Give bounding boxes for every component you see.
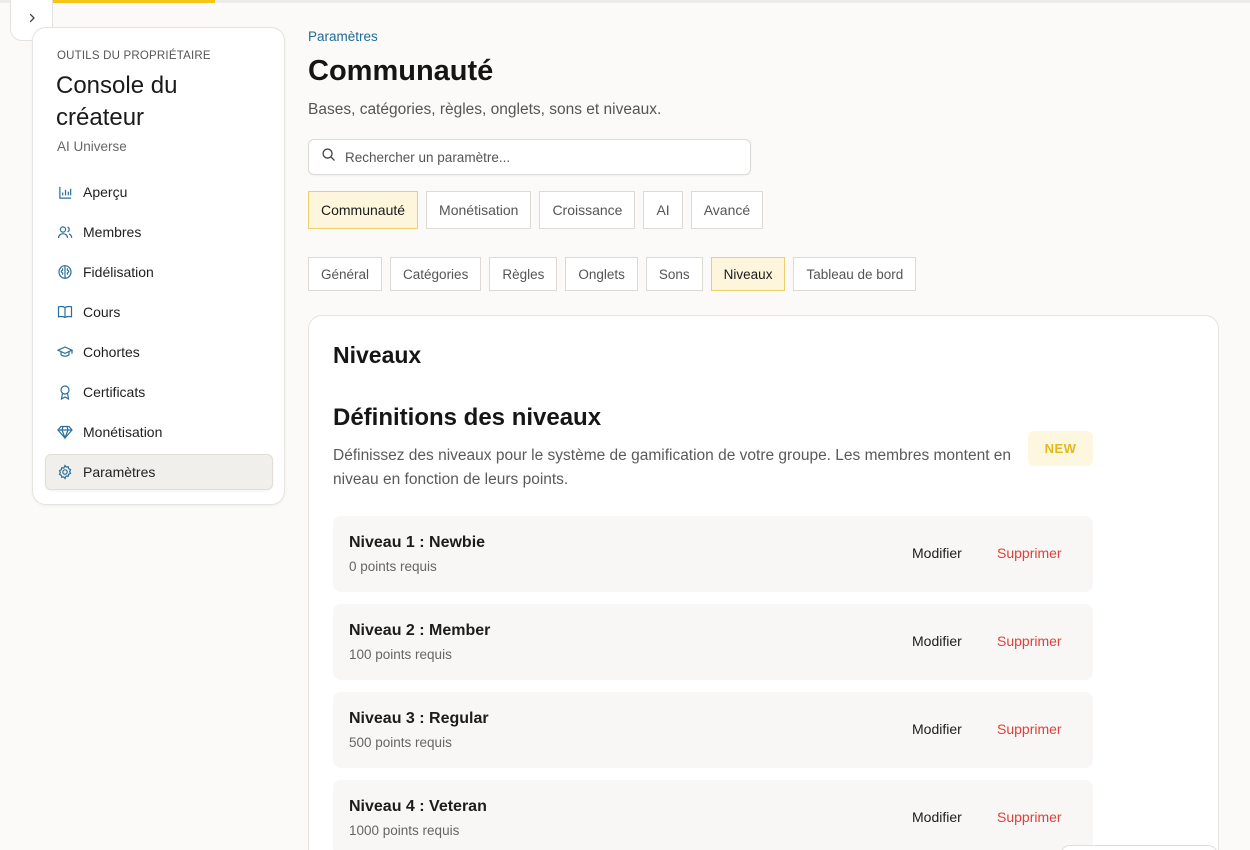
sidebar-item-label: Fidélisation [83, 264, 154, 280]
subtab-niveaux[interactable]: Niveaux [710, 257, 786, 291]
sidebar-subtitle: AI Universe [57, 139, 127, 154]
level-name: Niveau 3 : Regular [349, 710, 489, 727]
new-badge: NEW [1028, 431, 1093, 466]
sidebar-item-label: Cours [83, 304, 121, 320]
breadcrumb[interactable]: Paramètres [308, 29, 378, 44]
sidebar-item-label: Paramètres [83, 464, 156, 480]
users-icon [57, 224, 73, 240]
level-row: Niveau 4 : Veteran 1000 points requis Mo… [333, 780, 1093, 850]
level-points: 0 points requis [349, 559, 437, 574]
tab-croissance[interactable]: Croissance [539, 191, 636, 229]
sidebar-item-label: Cohortes [83, 344, 140, 360]
search-input[interactable] [345, 149, 725, 165]
subtab-general[interactable]: Général [308, 257, 383, 291]
sidebar: OUTILS DU PROPRIÉTAIRE Console du créate… [32, 27, 285, 505]
sidebar-item-apercu[interactable]: Aperçu [45, 174, 273, 210]
section-title: Définitions des niveaux [333, 404, 602, 431]
subtab-tableau-de-bord[interactable]: Tableau de bord [793, 257, 917, 291]
tab-avance[interactable]: Avancé [690, 191, 764, 229]
subtab-categories[interactable]: Catégories [390, 257, 482, 291]
sidebar-item-label: Aperçu [83, 184, 128, 200]
sidebar-title: Console du créateur [56, 72, 178, 131]
sidebar-item-monetisation[interactable]: Monétisation [45, 414, 273, 450]
level-row: Niveau 1 : Newbie 0 points requis Modifi… [333, 516, 1093, 592]
page-description: Bases, catégories, règles, onglets, sons… [308, 101, 662, 118]
page-title: Communauté [308, 55, 494, 87]
brain-icon [57, 264, 73, 280]
tab-monetisation[interactable]: Monétisation [426, 191, 532, 229]
level-points: 100 points requis [349, 647, 452, 662]
level-name: Niveau 2 : Member [349, 622, 491, 639]
bar-chart-icon [57, 184, 73, 200]
sub-tabs: Général Catégories Règles Onglets Sons N… [308, 257, 917, 291]
tab-ai[interactable]: AI [643, 191, 683, 229]
diamond-icon [57, 424, 73, 440]
sidebar-item-cohortes[interactable]: Cohortes [45, 334, 273, 370]
edit-button[interactable]: Modifier [912, 545, 962, 561]
book-icon [57, 304, 73, 320]
sidebar-item-fidelisation[interactable]: Fidélisation [45, 254, 273, 290]
level-name: Niveau 1 : Newbie [349, 534, 486, 551]
subtab-sons[interactable]: Sons [645, 257, 703, 291]
delete-button[interactable]: Supprimer [997, 809, 1062, 825]
levels-card: Niveaux Définitions des niveaux Définiss… [308, 315, 1219, 850]
sidebar-nav: Aperçu Membres Fidélisation Cours Cohort… [45, 174, 273, 494]
level-points: 500 points requis [349, 735, 452, 750]
section-description: Définissez des niveaux pour le système d… [333, 447, 1012, 488]
edit-button[interactable]: Modifier [912, 809, 962, 825]
edit-button[interactable]: Modifier [912, 721, 962, 737]
graduation-cap-icon [57, 344, 73, 360]
sidebar-item-label: Monétisation [83, 424, 163, 440]
sidebar-item-label: Membres [83, 224, 142, 240]
card-title: Niveaux [333, 342, 422, 368]
main-tabs: Communauté Monétisation Croissance AI Av… [308, 191, 764, 229]
sidebar-item-label: Certificats [83, 384, 146, 400]
search-icon [321, 147, 336, 167]
level-points: 1000 points requis [349, 823, 460, 838]
level-row: Niveau 2 : Member 100 points requis Modi… [333, 604, 1093, 680]
chevron-right-icon [26, 11, 38, 29]
sidebar-item-certificats[interactable]: Certificats [45, 374, 273, 410]
sidebar-item-cours[interactable]: Cours [45, 294, 273, 330]
sidebar-item-membres[interactable]: Membres [45, 214, 273, 250]
delete-button[interactable]: Supprimer [997, 633, 1062, 649]
search-box[interactable] [308, 139, 751, 175]
sidebar-item-parametres[interactable]: Paramètres [45, 454, 273, 490]
edit-button[interactable]: Modifier [912, 633, 962, 649]
gear-icon [57, 464, 73, 480]
award-icon [57, 384, 73, 400]
level-row: Niveau 3 : Regular 500 points requis Mod… [333, 692, 1093, 768]
delete-button[interactable]: Supprimer [997, 721, 1062, 737]
subtab-regles[interactable]: Règles [489, 257, 558, 291]
subtab-onglets[interactable]: Onglets [565, 257, 638, 291]
level-name: Niveau 4 : Veteran [349, 798, 487, 815]
sidebar-caption: OUTILS DU PROPRIÉTAIRE [57, 50, 211, 62]
levels-list: Niveau 1 : Newbie 0 points requis Modifi… [333, 516, 1093, 850]
delete-button[interactable]: Supprimer [997, 545, 1062, 561]
tab-communaute[interactable]: Communauté [308, 191, 419, 229]
floating-panel-edge [1060, 845, 1218, 850]
